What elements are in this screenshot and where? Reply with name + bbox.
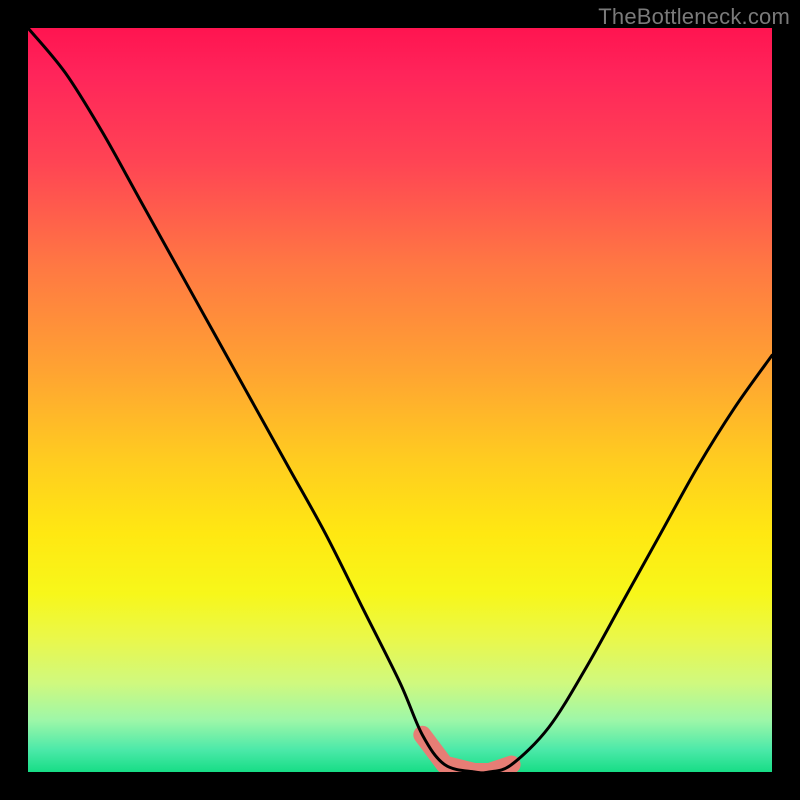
- bottleneck-curve-line: [28, 28, 772, 772]
- plot-area: [28, 28, 772, 772]
- chart-frame: TheBottleneck.com: [0, 0, 800, 800]
- watermark-text: TheBottleneck.com: [598, 4, 790, 30]
- curve-svg: [28, 28, 772, 772]
